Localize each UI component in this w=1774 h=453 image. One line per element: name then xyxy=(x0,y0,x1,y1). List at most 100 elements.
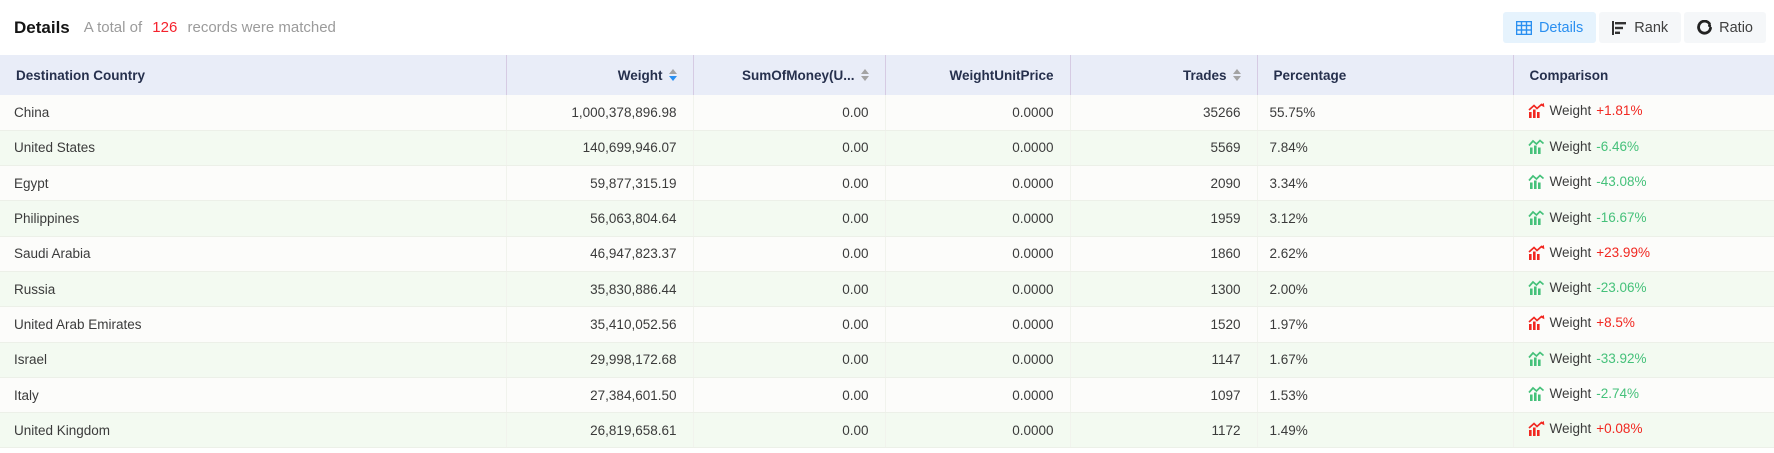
column-header-label: Percentage xyxy=(1274,68,1347,83)
cell-comparison: Weight -43.08% xyxy=(1513,166,1774,201)
cell-comparison: Weight +1.81% xyxy=(1513,95,1774,130)
cell-destination-country: Italy xyxy=(0,377,506,412)
table-row: Italy 27,384,601.50 0.00 0.0000 1097 1.5… xyxy=(0,377,1774,412)
cell-destination-country: Israel xyxy=(0,342,506,377)
comparison-metric-label: Weight xyxy=(1550,280,1592,295)
comparison-value: -2.74% xyxy=(1596,386,1639,401)
table-body: China 1,000,378,896.98 0.00 0.0000 35266… xyxy=(0,95,1774,448)
column-header-sumofmoney-u[interactable]: SumOfMoney(U... xyxy=(693,55,885,95)
cell-percentage: 1.67% xyxy=(1257,342,1513,377)
cell-trades: 1147 xyxy=(1070,342,1257,377)
cell-percentage: 2.62% xyxy=(1257,236,1513,271)
record-summary-prefix: A total of xyxy=(84,19,142,36)
comparison-indicator: Weight -2.74% xyxy=(1528,386,1640,401)
comparison-indicator: Weight +1.81% xyxy=(1528,103,1643,118)
details-view-button[interactable]: Details xyxy=(1503,12,1596,43)
cell-percentage: 1.97% xyxy=(1257,307,1513,342)
rank-view-label: Rank xyxy=(1634,20,1668,36)
cell-weight: 35,830,886.44 xyxy=(506,271,693,306)
comparison-value: -6.46% xyxy=(1596,139,1639,154)
trend-down-chart-icon xyxy=(1528,280,1545,295)
cell-comparison: Weight +23.99% xyxy=(1513,236,1774,271)
cell-weight-unit-price: 0.0000 xyxy=(885,130,1070,165)
cell-comparison: Weight -33.92% xyxy=(1513,342,1774,377)
comparison-metric-label: Weight xyxy=(1550,351,1592,366)
cell-weight: 140,699,946.07 xyxy=(506,130,693,165)
view-switch: Details Rank Ratio xyxy=(1503,12,1766,43)
cell-comparison: Weight -23.06% xyxy=(1513,271,1774,306)
ratio-view-button[interactable]: Ratio xyxy=(1684,12,1766,43)
column-header-label: Comparison xyxy=(1530,68,1609,83)
cell-weight-unit-price: 0.0000 xyxy=(885,166,1070,201)
cell-weight-unit-price: 0.0000 xyxy=(885,271,1070,306)
cell-destination-country: Philippines xyxy=(0,201,506,236)
cell-weight: 26,819,658.61 xyxy=(506,413,693,448)
comparison-indicator: Weight -33.92% xyxy=(1528,351,1647,366)
table-row: United Kingdom 26,819,658.61 0.00 0.0000… xyxy=(0,413,1774,448)
cell-weight-unit-price: 0.0000 xyxy=(885,377,1070,412)
cell-weight-unit-price: 0.0000 xyxy=(885,413,1070,448)
comparison-value: -16.67% xyxy=(1596,210,1646,225)
comparison-metric-label: Weight xyxy=(1550,386,1592,401)
cell-sum-of-money: 0.00 xyxy=(693,95,885,130)
comparison-metric-label: Weight xyxy=(1550,210,1592,225)
cell-sum-of-money: 0.00 xyxy=(693,166,885,201)
cell-weight-unit-price: 0.0000 xyxy=(885,236,1070,271)
cell-sum-of-money: 0.00 xyxy=(693,271,885,306)
record-summary: A total of 126 records were matched xyxy=(84,19,336,36)
cell-percentage: 1.53% xyxy=(1257,377,1513,412)
cell-comparison: Weight +8.5% xyxy=(1513,307,1774,342)
cell-weight-unit-price: 0.0000 xyxy=(885,342,1070,377)
cell-sum-of-money: 0.00 xyxy=(693,342,885,377)
column-header-trades[interactable]: Trades xyxy=(1070,55,1257,95)
cell-destination-country: United States xyxy=(0,130,506,165)
rank-view-button[interactable]: Rank xyxy=(1599,12,1681,43)
sort-icon xyxy=(861,69,869,81)
cell-destination-country: Egypt xyxy=(0,166,506,201)
trend-up-chart-icon xyxy=(1528,315,1545,330)
cell-sum-of-money: 0.00 xyxy=(693,201,885,236)
cell-sum-of-money: 0.00 xyxy=(693,130,885,165)
cell-sum-of-money: 0.00 xyxy=(693,307,885,342)
record-count: 126 xyxy=(146,19,183,36)
column-header-weight[interactable]: Weight xyxy=(506,55,693,95)
cell-weight: 29,998,172.68 xyxy=(506,342,693,377)
cell-trades: 5569 xyxy=(1070,130,1257,165)
cell-percentage: 7.84% xyxy=(1257,130,1513,165)
column-header-percentage: Percentage xyxy=(1257,55,1513,95)
comparison-value: +0.08% xyxy=(1596,421,1642,436)
cell-sum-of-money: 0.00 xyxy=(693,236,885,271)
sort-icon xyxy=(669,69,677,81)
table-grid-icon xyxy=(1516,21,1532,35)
comparison-metric-label: Weight xyxy=(1550,245,1592,260)
cell-destination-country: United Kingdom xyxy=(0,413,506,448)
cell-weight-unit-price: 0.0000 xyxy=(885,201,1070,236)
cell-comparison: Weight -16.67% xyxy=(1513,201,1774,236)
trend-up-chart-icon xyxy=(1528,245,1545,260)
table-row: Philippines 56,063,804.64 0.00 0.0000 19… xyxy=(0,201,1774,236)
comparison-value: -23.06% xyxy=(1596,280,1646,295)
comparison-metric-label: Weight xyxy=(1550,139,1592,154)
trend-down-chart-icon xyxy=(1528,174,1545,189)
cell-sum-of-money: 0.00 xyxy=(693,377,885,412)
cell-destination-country: Russia xyxy=(0,271,506,306)
cell-destination-country: China xyxy=(0,95,506,130)
comparison-value: -33.92% xyxy=(1596,351,1646,366)
donut-chart-icon xyxy=(1697,20,1712,35)
cell-comparison: Weight -6.46% xyxy=(1513,130,1774,165)
cell-percentage: 3.34% xyxy=(1257,166,1513,201)
cell-weight-unit-price: 0.0000 xyxy=(885,95,1070,130)
page-title: Details xyxy=(14,18,70,38)
trend-down-chart-icon xyxy=(1528,386,1545,401)
comparison-metric-label: Weight xyxy=(1550,421,1592,436)
cell-sum-of-money: 0.00 xyxy=(693,413,885,448)
cell-trades: 1520 xyxy=(1070,307,1257,342)
cell-percentage: 55.75% xyxy=(1257,95,1513,130)
comparison-indicator: Weight +0.08% xyxy=(1528,421,1643,436)
comparison-indicator: Weight +8.5% xyxy=(1528,315,1635,330)
comparison-value: -43.08% xyxy=(1596,174,1646,189)
cell-percentage: 3.12% xyxy=(1257,201,1513,236)
table-row: Israel 29,998,172.68 0.00 0.0000 1147 1.… xyxy=(0,342,1774,377)
comparison-indicator: Weight -16.67% xyxy=(1528,210,1647,225)
details-view-label: Details xyxy=(1539,20,1583,36)
